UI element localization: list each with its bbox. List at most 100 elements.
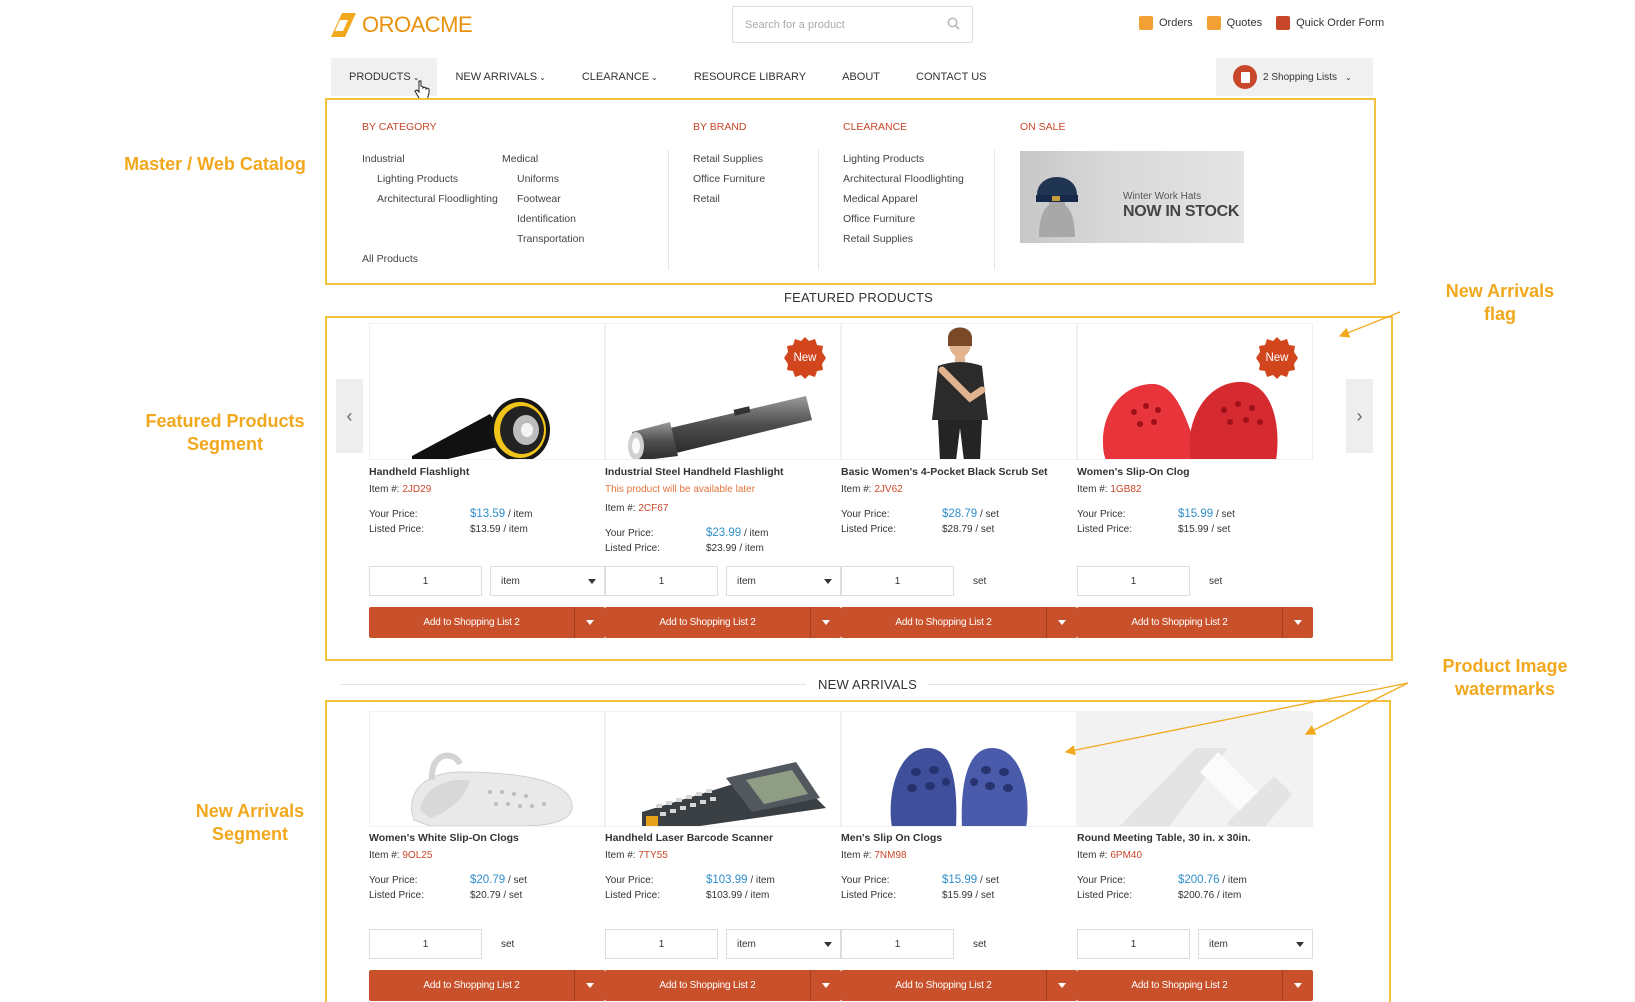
add-button-dropdown[interactable] — [1047, 970, 1077, 1001]
product-image[interactable] — [841, 711, 1077, 827]
product-name[interactable]: Handheld Flashlight — [369, 466, 469, 478]
nav-contact-us[interactable]: CONTACT US — [898, 58, 1005, 96]
your-price-value: $23.99 / item — [706, 527, 768, 539]
product-image[interactable]: New — [1077, 323, 1313, 460]
nav-resource-library[interactable]: RESOURCE LIBRARY — [676, 58, 824, 96]
search-icon[interactable] — [947, 17, 960, 33]
unit-select[interactable]: item — [726, 929, 841, 959]
nav-about[interactable]: ABOUT — [824, 58, 898, 96]
your-price-label: Your Price: — [605, 875, 654, 886]
clearance-floodlighting[interactable]: Architectural Floodlighting — [843, 173, 964, 185]
add-button-label: Add to Shopping List 2 — [841, 607, 1047, 638]
price: $13.59 — [470, 508, 506, 520]
promo-banner[interactable]: Winter Work Hats NOW IN STOCK — [1020, 151, 1244, 243]
nav-clearance[interactable]: CLEARANCE ⌄ — [564, 58, 676, 96]
add-button-dropdown[interactable] — [1283, 607, 1313, 638]
quotes-link[interactable]: Quotes — [1206, 16, 1263, 30]
add-button-dropdown[interactable] — [1047, 607, 1077, 638]
product-sku: Item #: 6PM40 — [1077, 850, 1142, 861]
add-to-shopping-list-button[interactable]: Add to Shopping List 2 — [369, 970, 605, 1001]
clearance-office-furniture[interactable]: Office Furniture — [843, 213, 915, 225]
clearance-retail-supplies[interactable]: Retail Supplies — [843, 233, 913, 245]
product-name[interactable]: Men's Slip On Clogs — [841, 832, 942, 844]
add-button-dropdown[interactable] — [811, 607, 841, 638]
add-to-shopping-list-button[interactable]: Add to Shopping List 2 — [605, 970, 841, 1001]
add-to-shopping-list-button[interactable]: Add to Shopping List 2 — [841, 607, 1077, 638]
add-button-dropdown[interactable] — [811, 970, 841, 1001]
nav-new-arrivals-label: NEW ARRIVALS — [455, 71, 538, 83]
orders-icon — [1139, 16, 1153, 30]
brand-retail-supplies[interactable]: Retail Supplies — [693, 153, 763, 165]
brand-retail[interactable]: Retail — [693, 193, 720, 205]
add-to-shopping-list-button[interactable]: Add to Shopping List 2 — [841, 970, 1077, 1001]
annotation-flag-line1: New Arrivals — [1445, 281, 1555, 301]
carousel-prev-button[interactable]: ‹ — [336, 379, 363, 453]
nav-new-arrivals[interactable]: NEW ARRIVALS ⌄ — [437, 58, 563, 96]
menu-all-products[interactable]: All Products — [362, 253, 418, 265]
clearance-medical-apparel[interactable]: Medical Apparel — [843, 193, 918, 205]
your-price-value: $15.99 / set — [1178, 508, 1235, 520]
quantity-input[interactable]: 1 — [605, 929, 718, 959]
sku-value: 1GB82 — [1110, 484, 1142, 495]
product-name[interactable]: Handheld Laser Barcode Scanner — [605, 832, 773, 844]
promo-line-1: Winter Work Hats — [1123, 191, 1202, 202]
menu-footwear[interactable]: Footwear — [517, 193, 561, 205]
product-image[interactable] — [369, 711, 605, 827]
product-image[interactable] — [605, 711, 841, 827]
listed-price-label: Listed Price: — [605, 890, 661, 901]
placeholder-watermark-image — [1119, 748, 1292, 826]
clearance-lighting[interactable]: Lighting Products — [843, 153, 924, 165]
unit-select[interactable]: item — [1198, 929, 1313, 959]
shopping-lists-dropdown[interactable]: 2 Shopping Lists ⌄ — [1216, 58, 1373, 96]
price-unit: / item — [750, 875, 775, 886]
menu-industrial[interactable]: Industrial — [362, 153, 405, 165]
caret-down-icon — [1058, 983, 1066, 988]
product-image[interactable] — [1077, 711, 1313, 827]
menu-transportation[interactable]: Transportation — [517, 233, 584, 245]
quotes-label: Quotes — [1226, 17, 1263, 29]
product-name[interactable]: Basic Women's 4-Pocket Black Scrub Set — [841, 466, 1048, 478]
add-to-shopping-list-button[interactable]: Add to Shopping List 2 — [1077, 607, 1313, 638]
your-price-label: Your Price: — [369, 875, 418, 886]
quantity-input[interactable]: 1 — [605, 566, 718, 596]
listed-price-value: $103.99 / item — [706, 890, 770, 901]
quantity-input[interactable]: 1 — [841, 929, 954, 959]
search-box[interactable] — [732, 6, 973, 43]
product-name[interactable]: Women's White Slip-On Clogs — [369, 832, 519, 844]
quantity-input[interactable]: 1 — [369, 929, 482, 959]
new-arrivals-title: NEW ARRIVALS — [818, 677, 917, 692]
add-to-shopping-list-button[interactable]: Add to Shopping List 2 — [1077, 970, 1313, 1001]
product-image[interactable]: New — [605, 323, 841, 460]
add-to-shopping-list-button[interactable]: Add to Shopping List 2 — [369, 607, 605, 638]
unit-select[interactable]: item — [726, 566, 841, 596]
menu-uniforms[interactable]: Uniforms — [517, 173, 559, 185]
caret-down-icon — [588, 578, 596, 584]
product-image[interactable] — [841, 323, 1077, 460]
quantity-input[interactable]: 1 — [1077, 566, 1190, 596]
quick-order-link[interactable]: Quick Order Form — [1276, 16, 1384, 30]
menu-medical[interactable]: Medical — [502, 153, 538, 165]
quantity-input[interactable]: 1 — [841, 566, 954, 596]
product-name[interactable]: Women's Slip-On Clog — [1077, 466, 1190, 478]
quantity-input[interactable]: 1 — [369, 566, 482, 596]
quantity-input[interactable]: 1 — [1077, 929, 1190, 959]
product-image[interactable] — [369, 323, 605, 460]
brand-logo[interactable]: OROACME — [331, 10, 473, 40]
menu-architectural-floodlighting[interactable]: Architectural Floodlighting — [377, 193, 498, 205]
product-sku: Item #: 2JV62 — [841, 484, 903, 495]
unit-select[interactable]: item — [490, 566, 605, 596]
search-input[interactable] — [745, 18, 925, 31]
carousel-next-button[interactable]: › — [1346, 379, 1373, 453]
scrub-set-image — [932, 327, 988, 459]
add-button-dropdown[interactable] — [1283, 970, 1313, 1001]
add-to-shopping-list-button[interactable]: Add to Shopping List 2 — [605, 607, 841, 638]
menu-lighting-products[interactable]: Lighting Products — [377, 173, 458, 185]
product-name[interactable]: Industrial Steel Handheld Flashlight — [605, 466, 784, 478]
orders-link[interactable]: Orders — [1139, 16, 1193, 30]
add-button-dropdown[interactable] — [575, 607, 605, 638]
menu-identification[interactable]: Identification — [517, 213, 576, 225]
brand-office-furniture[interactable]: Office Furniture — [693, 173, 765, 185]
product-name[interactable]: Round Meeting Table, 30 in. x 30in. — [1077, 832, 1251, 844]
barcode-scanner-image — [642, 762, 826, 826]
add-button-dropdown[interactable] — [575, 970, 605, 1001]
